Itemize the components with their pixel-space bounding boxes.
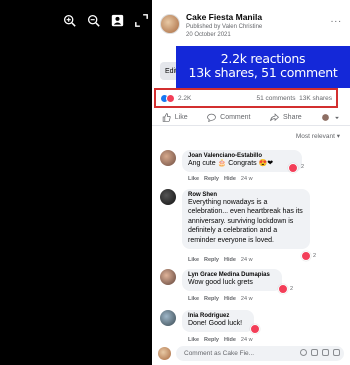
heart-reaction-icon[interactable] bbox=[250, 324, 260, 334]
overlay-reactions-text: 2.2k reactions bbox=[220, 51, 306, 66]
comment-sort-dropdown[interactable]: Most relevant ▾ bbox=[296, 132, 340, 140]
comment-text: Everything nowadays is a celebration... … bbox=[188, 199, 303, 244]
comment-time[interactable]: 24 w bbox=[241, 257, 253, 263]
comment-time[interactable]: 24 w bbox=[241, 337, 253, 343]
thumbs-up-icon bbox=[162, 113, 171, 122]
reaction-icons[interactable] bbox=[160, 94, 180, 104]
heart-reaction-icon[interactable] bbox=[288, 163, 298, 173]
camera-icon[interactable] bbox=[311, 349, 318, 356]
comment-like-link[interactable]: Like bbox=[188, 296, 199, 302]
zoom-in-icon[interactable] bbox=[62, 13, 76, 27]
comment-text: Ang cute 🎂 Congrats 😍❤ bbox=[188, 160, 274, 167]
comment-hide-link[interactable]: Hide bbox=[224, 257, 236, 263]
post-header: Cake Fiesta Manila Published by Valen Ch… bbox=[160, 10, 346, 50]
post-date[interactable]: 20 October 2021 bbox=[186, 32, 231, 38]
fullscreen-icon[interactable] bbox=[134, 13, 148, 27]
comment-input[interactable]: Comment as Cake Fie... bbox=[176, 346, 344, 361]
post-actions: Like Comment Share bbox=[152, 110, 350, 126]
sticker-icon[interactable] bbox=[333, 349, 340, 356]
more-options-icon[interactable]: ... bbox=[331, 14, 342, 25]
comment-actions: Like Reply Hide 24 w bbox=[188, 337, 253, 343]
sort-label: Most relevant bbox=[295, 133, 335, 140]
comment-like-link[interactable]: Like bbox=[188, 257, 199, 263]
photo-viewer bbox=[0, 0, 152, 365]
viewer-toolbar bbox=[62, 13, 148, 27]
gif-icon[interactable] bbox=[322, 349, 329, 356]
comment-bubble: Joan Valenciano-Estabillo Ang cute 🎂 Con… bbox=[182, 150, 302, 173]
comment-like-link[interactable]: Like bbox=[188, 176, 199, 182]
comment-hide-link[interactable]: Hide bbox=[224, 337, 236, 343]
audience-selector[interactable] bbox=[321, 113, 340, 122]
annotation-overlay: 2.2k reactions 13k shares, 51 comment bbox=[176, 46, 350, 88]
avatar-icon bbox=[322, 114, 330, 121]
comments-shares-count: 51 comments 13K shares bbox=[256, 95, 332, 102]
reactions-count[interactable]: 2.2K bbox=[178, 95, 191, 102]
comment-placeholder: Comment as Cake Fie... bbox=[184, 350, 255, 357]
comment-icon bbox=[207, 113, 216, 122]
reaction-count: 2 bbox=[301, 164, 305, 170]
comment-label: Comment bbox=[220, 114, 251, 121]
avatar[interactable] bbox=[160, 269, 176, 285]
chevron-down-icon: ▾ bbox=[336, 133, 340, 140]
engagement-stats: 2.2K 51 comments 13K shares bbox=[154, 88, 338, 108]
comment-item: Row Shen Everything nowadays is a celebr… bbox=[160, 189, 344, 263]
comment-actions: Like Reply Hide 24 w bbox=[188, 257, 253, 263]
comment-item: Joan Valenciano-Estabillo Ang cute 🎂 Con… bbox=[160, 150, 344, 182]
avatar[interactable] bbox=[160, 189, 176, 205]
comment-time[interactable]: 24 w bbox=[241, 176, 253, 182]
comment-reply-link[interactable]: Reply bbox=[204, 296, 219, 302]
comment-button[interactable]: Comment bbox=[207, 113, 250, 122]
comment-bubble: Inia Rodriguez Done! Good luck! bbox=[182, 310, 254, 333]
comments-count[interactable]: 51 comments bbox=[256, 95, 295, 102]
emoji-icon[interactable] bbox=[300, 349, 307, 356]
share-icon bbox=[270, 113, 279, 122]
page-name[interactable]: Cake Fiesta Manila bbox=[186, 12, 262, 22]
comment-reply-link[interactable]: Reply bbox=[204, 257, 219, 263]
shares-count[interactable]: 13K shares bbox=[299, 95, 332, 102]
page-avatar[interactable] bbox=[160, 14, 180, 34]
heart-reaction-icon[interactable] bbox=[301, 251, 311, 261]
comment-item: Lyn Grace Medina Dumapias Wow good luck … bbox=[160, 269, 344, 303]
avatar[interactable] bbox=[160, 150, 176, 166]
app-frame: Cake Fiesta Manila Published by Valen Ch… bbox=[0, 0, 350, 365]
comment-reply-link[interactable]: Reply bbox=[204, 337, 219, 343]
tag-icon[interactable] bbox=[110, 13, 124, 27]
heart-reaction-icon[interactable] bbox=[278, 284, 288, 294]
overlay-shares-text: 13k shares, 51 comment bbox=[188, 65, 338, 80]
chevron-down-icon bbox=[335, 116, 340, 119]
published-by: Published by Valen Christine bbox=[186, 24, 263, 30]
reaction-count: 2 bbox=[313, 253, 317, 259]
comment-item: Inia Rodriguez Done! Good luck! Like Repl… bbox=[160, 310, 344, 344]
comment-reply-link[interactable]: Reply bbox=[204, 176, 219, 182]
composer-tools bbox=[300, 349, 340, 356]
comment-actions: Like Reply Hide 24 w bbox=[188, 296, 253, 302]
comment-bubble: Row Shen Everything nowadays is a celebr… bbox=[182, 189, 310, 250]
comment-time[interactable]: 24 w bbox=[241, 296, 253, 302]
comment-hide-link[interactable]: Hide bbox=[224, 296, 236, 302]
like-label: Like bbox=[174, 114, 188, 121]
comment-text: Wow good luck grets bbox=[188, 279, 253, 286]
share-button[interactable]: Share bbox=[270, 113, 302, 122]
share-label: Share bbox=[283, 114, 302, 121]
comment-composer: Comment as Cake Fie... bbox=[158, 346, 344, 362]
zoom-out-icon[interactable] bbox=[86, 13, 100, 27]
comment-text: Done! Good luck! bbox=[188, 320, 243, 327]
like-button[interactable]: Like bbox=[162, 113, 188, 122]
love-reaction-icon bbox=[166, 94, 175, 103]
avatar[interactable] bbox=[160, 310, 176, 326]
comment-hide-link[interactable]: Hide bbox=[224, 176, 236, 182]
comment-actions: Like Reply Hide 24 w bbox=[188, 176, 253, 182]
avatar[interactable] bbox=[158, 347, 171, 360]
comment-bubble: Lyn Grace Medina Dumapias Wow good luck … bbox=[182, 269, 282, 292]
comment-like-link[interactable]: Like bbox=[188, 337, 199, 343]
reaction-count: 2 bbox=[290, 286, 294, 292]
